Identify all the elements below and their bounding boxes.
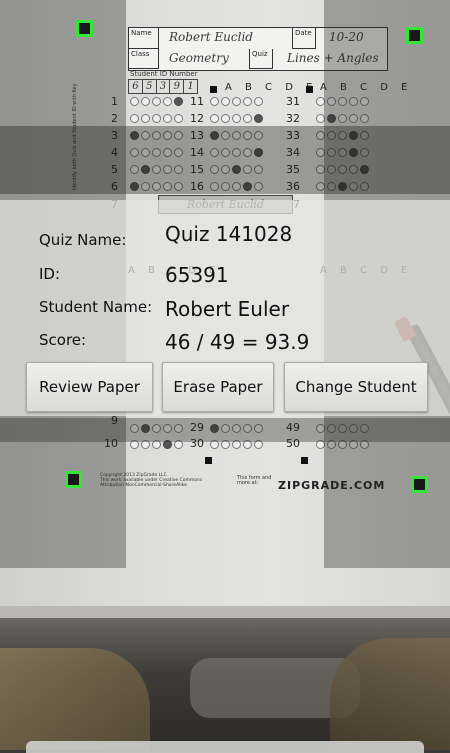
right-hand — [330, 638, 450, 750]
bottom-marker-square — [205, 457, 212, 464]
student-id-label: Student ID Number — [130, 70, 198, 78]
handwritten-name: Robert Euclid — [169, 30, 253, 44]
id-digit: 9 — [170, 80, 185, 93]
id-value: 65391 — [165, 263, 229, 287]
left-hand — [0, 648, 150, 750]
erase-paper-button[interactable]: Erase Paper — [162, 362, 274, 412]
student-name-value: Robert Euler — [165, 297, 290, 321]
row-number: 32 — [286, 112, 300, 125]
row-number: 31 — [286, 95, 300, 108]
mask-band — [0, 126, 450, 194]
mid-column-header: A B C D E — [225, 82, 318, 93]
score-value: 46 / 49 = 93.9 — [165, 330, 310, 354]
row-number: 11 — [190, 95, 204, 108]
quiz-name-label: Quiz Name: — [39, 231, 127, 249]
bottom-marker-square — [301, 457, 308, 464]
bubble-row — [210, 97, 263, 106]
corner-marker-bottom-left — [65, 471, 82, 488]
column-marker-square — [210, 86, 217, 93]
name-cell-label: Name — [129, 28, 159, 49]
mask-band-lower — [0, 418, 450, 442]
id-digit: 1 — [187, 81, 194, 92]
brand-prefix: This form and more at: — [237, 475, 272, 486]
review-paper-button[interactable]: Review Paper — [26, 362, 153, 412]
bubble-row — [210, 114, 263, 123]
id-digit: 6 — [129, 80, 143, 93]
quiz-name-value: Quiz 141028 — [165, 222, 293, 246]
action-bar: Review Paper Erase Paper Change Student — [26, 362, 430, 414]
bubble-row — [130, 114, 183, 123]
quiz-cell-label: Quiz — [249, 49, 273, 69]
id-digit: 3 — [157, 80, 171, 93]
class-cell-label: Class — [129, 49, 159, 69]
score-label: Score: — [39, 331, 87, 349]
corner-marker-top-left — [76, 20, 93, 37]
change-student-button[interactable]: Change Student — [284, 362, 428, 412]
id-digit: 5 — [143, 80, 157, 93]
row-number: 12 — [190, 112, 204, 125]
student-id-boxes: 6 5 3 9 1 — [128, 79, 198, 94]
bubble-row — [130, 97, 183, 106]
student-name-label: Student Name: — [39, 298, 153, 316]
date-cell-label: Date — [292, 28, 316, 49]
corner-marker-top-right — [406, 27, 423, 44]
bottom-sheet-handle — [26, 741, 424, 753]
handwritten-class: Geometry — [169, 51, 229, 65]
column-marker-square — [306, 86, 313, 93]
corner-marker-bottom-right — [411, 476, 428, 493]
id-label: ID: — [39, 265, 61, 283]
desk-surface — [0, 618, 450, 750]
